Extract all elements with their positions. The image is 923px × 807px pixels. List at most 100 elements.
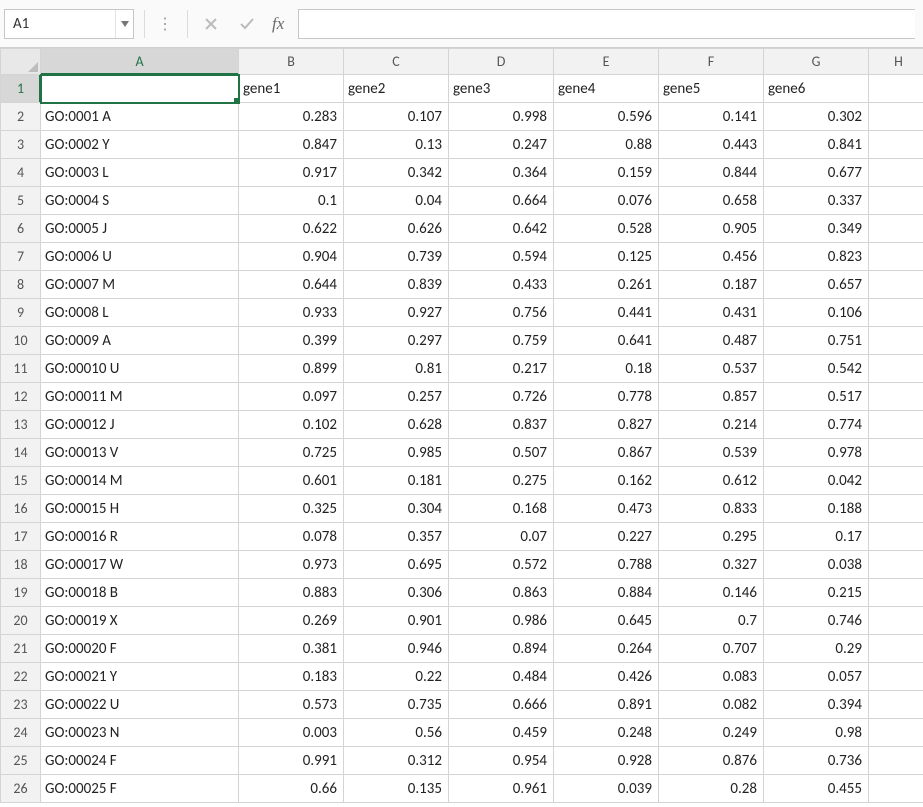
cell[interactable]: gene1	[239, 75, 344, 103]
cell[interactable]: 0.628	[344, 411, 449, 439]
cell[interactable]: 0.626	[344, 215, 449, 243]
cell[interactable]: 0.664	[449, 187, 554, 215]
cell[interactable]	[869, 719, 923, 747]
row-header[interactable]: 11	[1, 355, 41, 383]
cell[interactable]: 0.788	[554, 551, 659, 579]
cell[interactable]: 0.884	[554, 579, 659, 607]
cell[interactable]: 0.905	[659, 215, 764, 243]
cell[interactable]: 0.22	[344, 663, 449, 691]
cell[interactable]: 0.726	[449, 383, 554, 411]
cell[interactable]: 0.217	[449, 355, 554, 383]
row-header[interactable]: 12	[1, 383, 41, 411]
cancel-button[interactable]	[198, 11, 224, 37]
row-header[interactable]: 26	[1, 775, 41, 803]
row-header[interactable]: 22	[1, 663, 41, 691]
spreadsheet-grid[interactable]: A B C D E F G H 1gene1gene2gene3gene4gen…	[0, 48, 923, 807]
cell[interactable]: 0.082	[659, 691, 764, 719]
cell[interactable]: 0.601	[239, 467, 344, 495]
cell[interactable]: 0.998	[449, 103, 554, 131]
select-all-corner[interactable]	[1, 49, 41, 75]
row-header[interactable]: 14	[1, 439, 41, 467]
cell[interactable]: 0.29	[764, 635, 869, 663]
row-header[interactable]: 6	[1, 215, 41, 243]
cell[interactable]: 0.264	[554, 635, 659, 663]
cell[interactable]	[869, 495, 923, 523]
cell[interactable]: GO:00014 M	[41, 467, 239, 495]
cell[interactable]: GO:00015 H	[41, 495, 239, 523]
cell[interactable]	[869, 467, 923, 495]
cell[interactable]: 0.98	[764, 719, 869, 747]
cell[interactable]: GO:0003 L	[41, 159, 239, 187]
cell[interactable]: 0.18	[554, 355, 659, 383]
cell[interactable]: GO:0001 A	[41, 103, 239, 131]
cell[interactable]: 0.725	[239, 439, 344, 467]
cell[interactable]: 0.456	[659, 243, 764, 271]
col-header-G[interactable]: G	[764, 49, 869, 75]
cell[interactable]: GO:00025 F	[41, 775, 239, 803]
cell[interactable]	[869, 607, 923, 635]
row-header[interactable]: 8	[1, 271, 41, 299]
cell[interactable]: GO:0005 J	[41, 215, 239, 243]
cell[interactable]: 0.978	[764, 439, 869, 467]
cell[interactable]: 0.7	[659, 607, 764, 635]
cell[interactable]	[869, 187, 923, 215]
cell[interactable]: gene2	[344, 75, 449, 103]
cell[interactable]	[869, 775, 923, 803]
cell[interactable]: 0.778	[554, 383, 659, 411]
cell[interactable]: 0.097	[239, 383, 344, 411]
cell[interactable]: 0.295	[659, 523, 764, 551]
cell[interactable]: 0.07	[449, 523, 554, 551]
cell[interactable]: 0.833	[659, 495, 764, 523]
cell[interactable]: 0.81	[344, 355, 449, 383]
cell[interactable]: 0.433	[449, 271, 554, 299]
row-header[interactable]: 3	[1, 131, 41, 159]
cell[interactable]: 0.539	[659, 439, 764, 467]
cell[interactable]: GO:00011 M	[41, 383, 239, 411]
cell[interactable]: 0.146	[659, 579, 764, 607]
col-header-A[interactable]: A	[41, 49, 239, 75]
cell[interactable]: 0.707	[659, 635, 764, 663]
cell[interactable]: 0.839	[344, 271, 449, 299]
cell[interactable]: 0.042	[764, 467, 869, 495]
cell[interactable]: 0.677	[764, 159, 869, 187]
cell[interactable]: 0.756	[449, 299, 554, 327]
cell[interactable]: 0.364	[449, 159, 554, 187]
cell[interactable]: 0.658	[659, 187, 764, 215]
cell[interactable]: 0.342	[344, 159, 449, 187]
cell[interactable]	[869, 439, 923, 467]
cell[interactable]	[869, 523, 923, 551]
col-header-C[interactable]: C	[344, 49, 449, 75]
cell[interactable]: 0.917	[239, 159, 344, 187]
cell[interactable]: 0.642	[449, 215, 554, 243]
cell[interactable]: GO:00017 W	[41, 551, 239, 579]
cell[interactable]: 0.003	[239, 719, 344, 747]
cell[interactable]: 0.248	[554, 719, 659, 747]
cell[interactable]: 0.327	[659, 551, 764, 579]
cell[interactable]: 0.168	[449, 495, 554, 523]
cell[interactable]: GO:00016 R	[41, 523, 239, 551]
row-header[interactable]: 17	[1, 523, 41, 551]
cell[interactable]: 0.399	[239, 327, 344, 355]
cell[interactable]: 0.283	[239, 103, 344, 131]
cell[interactable]: 0.394	[764, 691, 869, 719]
row-header[interactable]: 15	[1, 467, 41, 495]
cell[interactable]: 0.645	[554, 607, 659, 635]
cell[interactable]: 0.039	[554, 775, 659, 803]
cell[interactable]: 0.528	[554, 215, 659, 243]
cell[interactable]: 0.057	[764, 663, 869, 691]
name-box-dropdown[interactable]	[115, 10, 133, 38]
cell[interactable]: 0.507	[449, 439, 554, 467]
cell[interactable]: 0.162	[554, 467, 659, 495]
cell[interactable]: GO:0008 L	[41, 299, 239, 327]
cell[interactable]	[869, 159, 923, 187]
col-header-E[interactable]: E	[554, 49, 659, 75]
cell[interactable]: gene6	[764, 75, 869, 103]
cell[interactable]: 0.844	[659, 159, 764, 187]
cell[interactable]: 0.257	[344, 383, 449, 411]
cell[interactable]: GO:00024 F	[41, 747, 239, 775]
cell[interactable]: 0.746	[764, 607, 869, 635]
cell[interactable]: 0.441	[554, 299, 659, 327]
cell[interactable]: 0.247	[449, 131, 554, 159]
cell[interactable]: 0.1	[239, 187, 344, 215]
cell[interactable]: 0.455	[764, 775, 869, 803]
